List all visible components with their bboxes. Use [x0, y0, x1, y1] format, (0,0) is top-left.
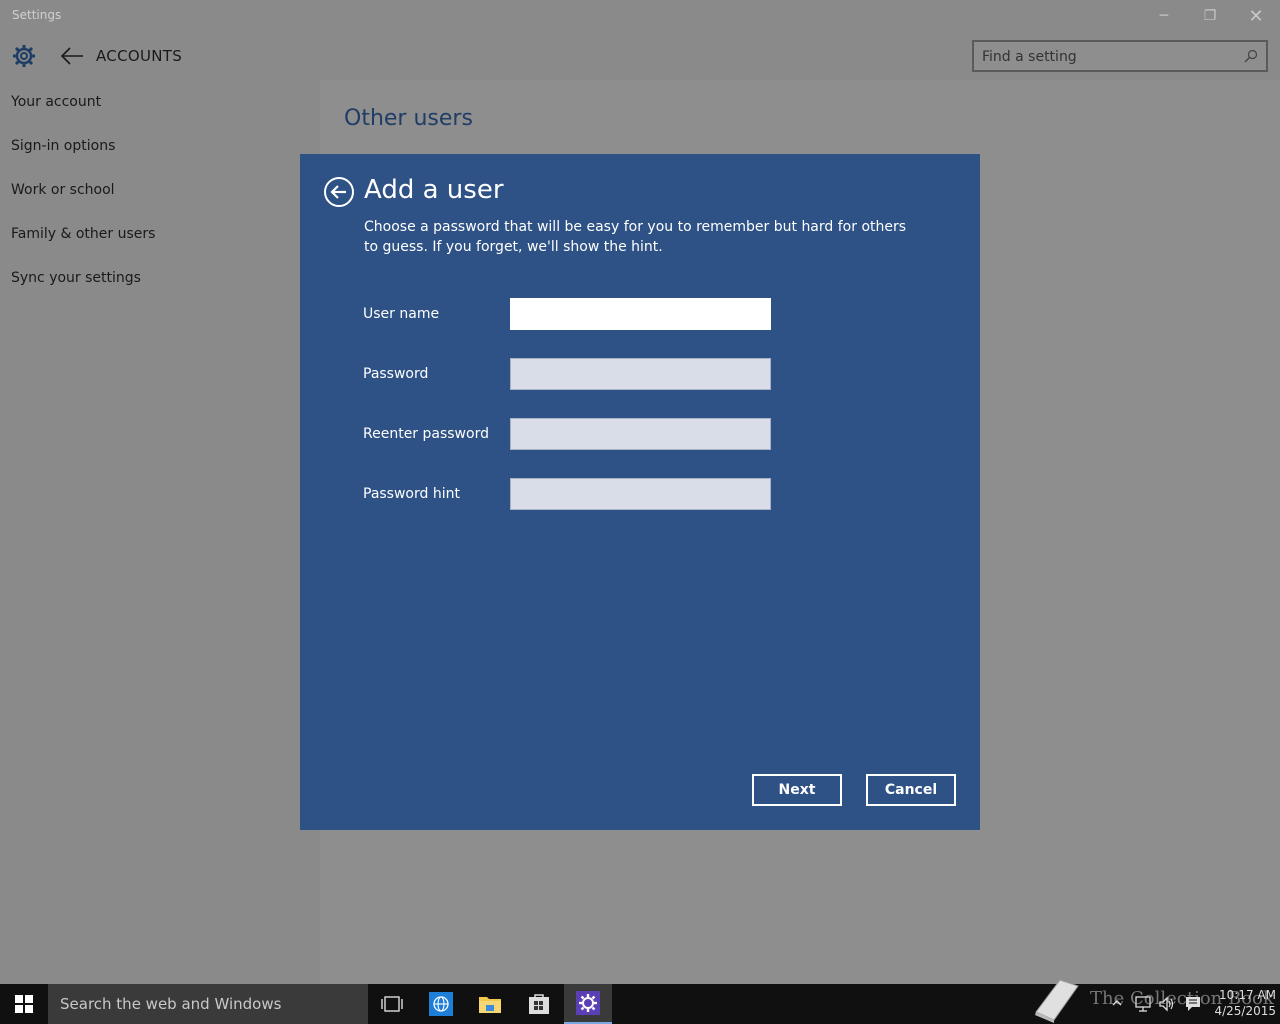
reenter-password-label: Reenter password: [363, 426, 489, 442]
reenter-password-field[interactable]: [510, 418, 771, 450]
store-button[interactable]: [515, 984, 563, 1024]
clock-date: 4/25/2015: [1214, 1004, 1276, 1018]
dialog-title: Add a user: [364, 175, 504, 205]
clock-time: 10:17 AM: [1219, 988, 1276, 1002]
gear-icon[interactable]: [10, 43, 38, 69]
back-circle-icon[interactable]: [323, 176, 355, 208]
search-input[interactable]: [982, 47, 1232, 67]
store-icon: [529, 994, 549, 1014]
globe-icon: [429, 992, 453, 1016]
next-button[interactable]: Next: [752, 774, 842, 806]
action-center-icon[interactable]: [1184, 995, 1202, 1013]
folder-icon: [479, 997, 501, 1013]
system-clock[interactable]: 10:17 AM 4/25/2015: [1210, 987, 1276, 1019]
search-box[interactable]: [972, 40, 1268, 72]
password-label: Password: [363, 366, 429, 382]
sidebar-item-work-or-school[interactable]: Work or school: [11, 182, 115, 198]
file-explorer-button[interactable]: [466, 984, 514, 1024]
task-view-icon: [381, 996, 403, 1012]
taskbar-search[interactable]: Search the web and Windows: [48, 984, 368, 1024]
sidebar: Your account Sign-in options Work or sch…: [0, 80, 320, 984]
close-button[interactable]: ✕: [1233, 0, 1279, 32]
sidebar-item-sign-in-options[interactable]: Sign-in options: [11, 138, 115, 154]
search-icon[interactable]: [1244, 49, 1258, 63]
windows-logo-icon: [15, 995, 33, 1013]
browser-button[interactable]: [417, 984, 465, 1024]
start-button[interactable]: [0, 984, 48, 1024]
window-title: Settings: [12, 8, 62, 22]
user-name-label: User name: [363, 306, 440, 322]
title-bar: Settings ─ ❐ ✕: [0, 0, 1280, 32]
network-icon[interactable]: [1134, 995, 1152, 1013]
password-field[interactable]: [510, 358, 771, 390]
settings-taskbar-button[interactable]: [564, 984, 612, 1024]
sidebar-item-sync-settings[interactable]: Sync your settings: [11, 270, 141, 286]
add-user-dialog: Add a user Choose a password that will b…: [300, 154, 980, 830]
cancel-button[interactable]: Cancel: [866, 774, 956, 806]
password-hint-label: Password hint: [363, 486, 460, 502]
password-hint-field[interactable]: [510, 478, 771, 510]
sidebar-item-family-other-users[interactable]: Family & other users: [11, 226, 155, 242]
volume-icon[interactable]: [1158, 995, 1176, 1013]
book-logo-icon: [1035, 979, 1079, 1023]
show-hidden-icons-icon[interactable]: [1112, 998, 1122, 1008]
section-title: ACCOUNTS: [96, 47, 183, 65]
app-header: ACCOUNTS: [0, 32, 1280, 80]
taskbar: Search the web and Windows The Collectio…: [0, 979, 1280, 1024]
sidebar-item-your-account[interactable]: Your account: [11, 94, 101, 110]
maximize-button[interactable]: ❐: [1187, 0, 1233, 32]
taskbar-search-text: Search the web and Windows: [60, 995, 282, 1013]
user-name-field[interactable]: [510, 298, 771, 330]
settings-gear-icon: [576, 991, 600, 1015]
minimize-button[interactable]: ─: [1141, 0, 1187, 32]
page-title: Other users: [344, 106, 473, 131]
back-arrow-icon[interactable]: [58, 44, 86, 68]
task-view-button[interactable]: [368, 984, 416, 1024]
dialog-description: Choose a password that will be easy for …: [364, 219, 907, 255]
